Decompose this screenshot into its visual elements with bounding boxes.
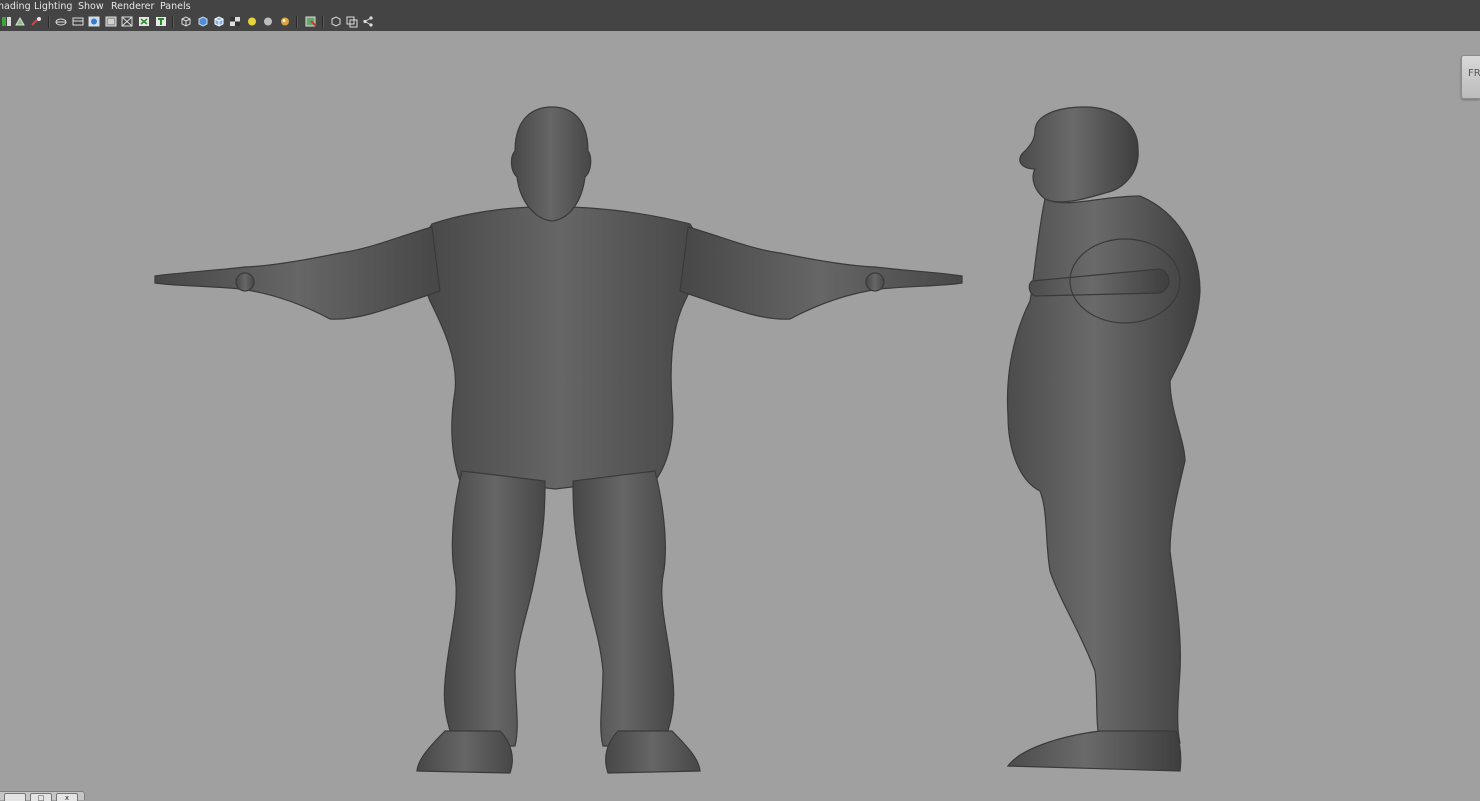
toolbar-separator [172, 16, 174, 28]
front-head [510, 106, 592, 222]
front-left-foot [416, 730, 513, 774]
camera-attributes-icon[interactable] [1, 15, 13, 28]
default-light-icon[interactable] [246, 15, 258, 28]
menu-renderer[interactable]: Renderer [111, 0, 154, 13]
wireframe-on-shaded-icon[interactable] [213, 15, 225, 28]
field-chart-icon[interactable] [121, 15, 133, 28]
gate-mask-icon[interactable] [105, 15, 117, 28]
front-left-arm [154, 226, 441, 320]
all-lights-icon[interactable] [262, 15, 274, 28]
front-left-hand [235, 272, 255, 292]
toolbar-separator [48, 16, 50, 28]
xray-joints-icon[interactable] [346, 15, 358, 28]
safe-title-icon[interactable] [155, 15, 167, 28]
toolbar-separator [322, 16, 324, 28]
high-quality-icon[interactable] [362, 15, 374, 28]
3d-viewport[interactable] [0, 31, 1480, 800]
safe-action-icon[interactable] [138, 15, 150, 28]
image-plane-icon[interactable] [30, 15, 42, 28]
panel-menubar: Shading Lighting Show Renderer Panels [0, 0, 1480, 13]
fr-side-tab[interactable]: FR [1461, 55, 1480, 99]
toolbar-separator [296, 16, 298, 28]
shadows-icon[interactable] [279, 15, 291, 28]
front-right-foot [605, 730, 701, 774]
menu-shading[interactable]: Shading [0, 0, 31, 13]
front-right-hand [865, 272, 885, 292]
xray-icon[interactable] [330, 15, 342, 28]
window-controls: _ □ x [0, 791, 85, 801]
menu-lighting[interactable]: Lighting [34, 0, 72, 13]
grid-icon[interactable] [55, 15, 67, 28]
front-right-leg [572, 470, 675, 747]
side-view-ogre-mesh[interactable] [1006, 106, 1201, 772]
film-gate-icon[interactable] [72, 15, 84, 28]
viewport-canvas[interactable] [0, 31, 1480, 800]
front-right-arm [679, 226, 963, 320]
textured-icon[interactable] [229, 15, 241, 28]
resolution-gate-icon[interactable] [88, 15, 100, 28]
bookmark-icon[interactable] [14, 15, 26, 28]
side-foot [1006, 730, 1182, 772]
smooth-shade-icon[interactable] [197, 15, 209, 28]
menu-show[interactable]: Show [78, 0, 104, 13]
side-tab-label: FR [1468, 68, 1480, 79]
side-head [1019, 106, 1139, 203]
panel-toolbar [0, 13, 1480, 31]
front-view-ogre-mesh[interactable] [154, 106, 963, 774]
isolate-select-icon[interactable] [305, 15, 317, 28]
menu-panels[interactable]: Panels [160, 0, 191, 13]
wireframe-icon[interactable] [180, 15, 192, 28]
front-left-leg [443, 470, 546, 747]
front-torso [421, 206, 700, 490]
